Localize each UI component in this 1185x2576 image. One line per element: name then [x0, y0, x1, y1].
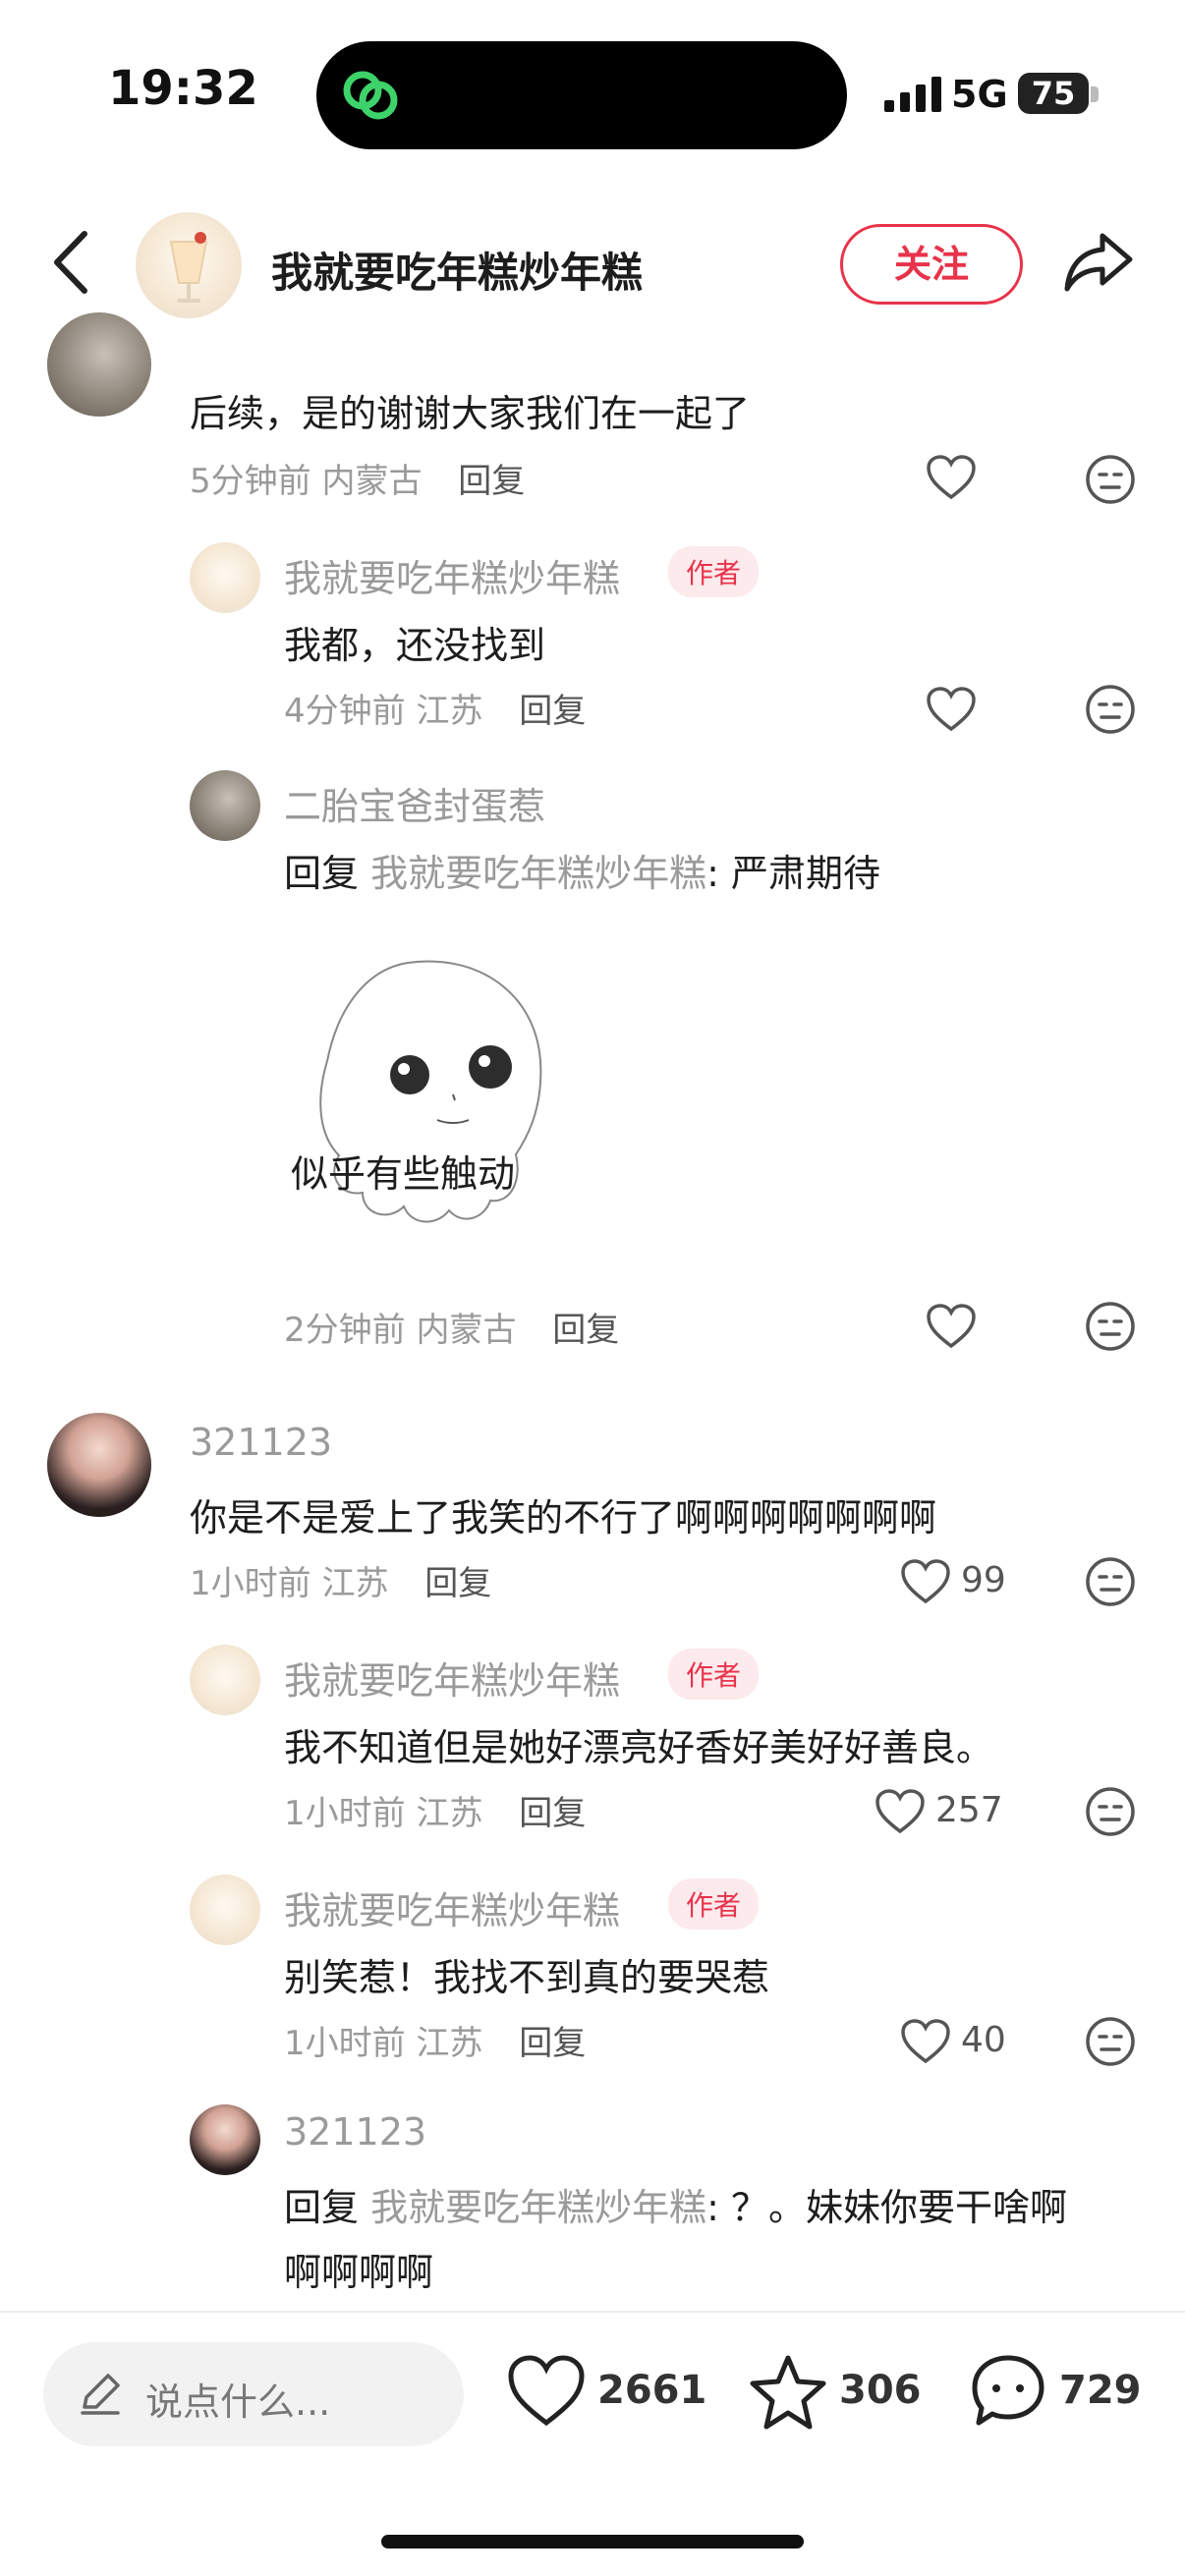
reply-button[interactable]: 回复	[519, 1794, 586, 1833]
battery-tip	[1091, 86, 1099, 102]
comment-time: 1小时前	[190, 1564, 311, 1603]
replier-name[interactable]: 二胎宝爸封蛋惹	[284, 776, 545, 830]
author-badge: 作者	[668, 1649, 760, 1700]
reply-button[interactable]: 回复	[458, 462, 525, 501]
sticker-image[interactable]	[280, 943, 594, 1248]
comment-text: 你是不是爱上了我笑的不行了啊啊啊啊啊啊啊	[190, 1496, 937, 1540]
reply-location: 内蒙古	[416, 1311, 517, 1350]
replier-name[interactable]: 我就要吃年糕炒年糕	[284, 1880, 620, 1934]
reply-location: 江苏	[416, 2024, 483, 2063]
heart-icon[interactable]	[926, 454, 977, 501]
reply-text: 我不知道但是她好漂亮好香好美好好善良。	[284, 1726, 994, 1769]
like-count: 2661	[597, 2368, 707, 2413]
sticker-caption: 似乎有些触动	[291, 1152, 516, 1196]
author-badge: 作者	[668, 546, 760, 597]
author-avatar[interactable]	[136, 212, 242, 318]
replier-name[interactable]: 321123	[284, 2110, 426, 2154]
commenter-name[interactable]: 321123	[190, 1421, 332, 1464]
dislike-face-icon[interactable]	[1085, 1301, 1136, 1352]
reply-time: 2分钟前	[284, 1311, 406, 1350]
reply-button[interactable]: 回复	[519, 2024, 586, 2063]
reply-time: 1小时前	[284, 2024, 406, 2063]
reply-to-user[interactable]: 我就要吃年糕炒年糕	[370, 2186, 706, 2229]
reply-body: : 严肃期待	[706, 852, 881, 895]
dislike-face-icon[interactable]	[1085, 454, 1136, 505]
comment-input-placeholder[interactable]: 说点什么...	[145, 2372, 330, 2426]
reply-body: : ？。妹妹你要干啥啊	[706, 2186, 1068, 2229]
reply-meta: 4分钟前 江苏 回复	[284, 684, 586, 732]
heart-icon[interactable]	[900, 1558, 951, 1605]
comment-text: 后续，是的谢谢大家我们在一起了	[190, 392, 751, 435]
reply-button[interactable]: 回复	[552, 1311, 619, 1350]
replier-name[interactable]: 我就要吃年糕炒年糕	[284, 1651, 620, 1705]
reply-location: 江苏	[416, 692, 483, 731]
dislike-face-icon[interactable]	[1085, 684, 1136, 735]
dislike-face-icon[interactable]	[1085, 1786, 1136, 1837]
reply-meta: 2分钟前 内蒙古 回复	[284, 1303, 619, 1351]
reply-text: 我都，还没找到	[284, 624, 546, 667]
comment-meta: 5分钟前 内蒙古 回复	[190, 454, 525, 502]
cup-drink-icon	[169, 232, 208, 303]
replier-avatar[interactable]	[190, 1875, 260, 1945]
reply-time: 4分钟前	[284, 692, 406, 731]
comment-bubble-icon[interactable]	[969, 2352, 1047, 2431]
bottom-divider	[0, 2311, 1185, 2313]
collect-count: 306	[839, 2368, 922, 2413]
dislike-face-icon[interactable]	[1085, 2016, 1136, 2067]
reply-meta: 1小时前 江苏 回复	[284, 1786, 586, 1834]
back-arrow-icon[interactable]	[51, 228, 90, 297]
heart-icon[interactable]	[900, 2018, 951, 2065]
link-rings-icon	[343, 71, 398, 120]
comment-time: 5分钟前	[190, 462, 311, 501]
reply-text-continued: 啊啊啊啊	[284, 2251, 434, 2294]
heart-icon[interactable]	[875, 1788, 926, 1835]
comment-location: 江苏	[321, 1564, 389, 1603]
battery-level: 75	[1018, 73, 1089, 114]
reply-to-user[interactable]: 我就要吃年糕炒年糕	[370, 852, 706, 895]
reply-prefix: 回复	[284, 852, 360, 895]
home-indicator[interactable]	[381, 2535, 804, 2548]
reply-prefix: 回复	[284, 2186, 360, 2229]
reply-text: 回复 我就要吃年糕炒年糕: ？。妹妹你要干啥啊	[284, 2177, 1067, 2231]
reply-location: 江苏	[416, 1794, 483, 1833]
status-time: 19:32	[108, 61, 258, 116]
network-type: 5G	[951, 73, 1008, 116]
comment-location: 内蒙古	[321, 462, 423, 501]
share-icon[interactable]	[1063, 228, 1134, 297]
replier-avatar[interactable]	[190, 542, 260, 613]
heart-icon[interactable]	[926, 686, 977, 733]
pencil-icon	[81, 2374, 120, 2415]
like-count: 99	[961, 1560, 1006, 1600]
reply-button[interactable]: 回复	[519, 692, 586, 731]
commenter-avatar[interactable]	[47, 312, 151, 417]
reply-time: 1小时前	[284, 1794, 406, 1833]
reply-text: 别笑惹！我找不到真的要哭惹	[284, 1956, 770, 1999]
replier-avatar[interactable]	[190, 1645, 260, 1715]
reply-text: 回复 我就要吃年糕炒年糕: 严肃期待	[284, 843, 880, 897]
dislike-face-icon[interactable]	[1085, 1556, 1136, 1607]
like-heart-icon[interactable]	[507, 2354, 586, 2429]
reply-meta: 1小时前 江苏 回复	[284, 2016, 586, 2064]
comment-meta: 1小时前 江苏 回复	[190, 1556, 491, 1604]
follow-button[interactable]: 关注	[840, 224, 1023, 305]
replier-avatar[interactable]	[190, 770, 260, 841]
author-badge: 作者	[668, 1878, 760, 1930]
replier-name[interactable]: 我就要吃年糕炒年糕	[284, 548, 620, 602]
author-name[interactable]: 我就要吃年糕炒年糕	[271, 240, 643, 300]
replier-avatar[interactable]	[190, 2104, 260, 2175]
reply-button[interactable]: 回复	[424, 1564, 491, 1603]
like-count: 257	[935, 1790, 1003, 1830]
like-count: 40	[961, 2020, 1006, 2060]
heart-icon[interactable]	[926, 1303, 977, 1350]
star-collect-icon[interactable]	[749, 2354, 827, 2431]
cellular-signal-icon	[884, 77, 941, 112]
commenter-avatar[interactable]	[47, 1413, 151, 1517]
comment-count: 729	[1059, 2368, 1142, 2413]
